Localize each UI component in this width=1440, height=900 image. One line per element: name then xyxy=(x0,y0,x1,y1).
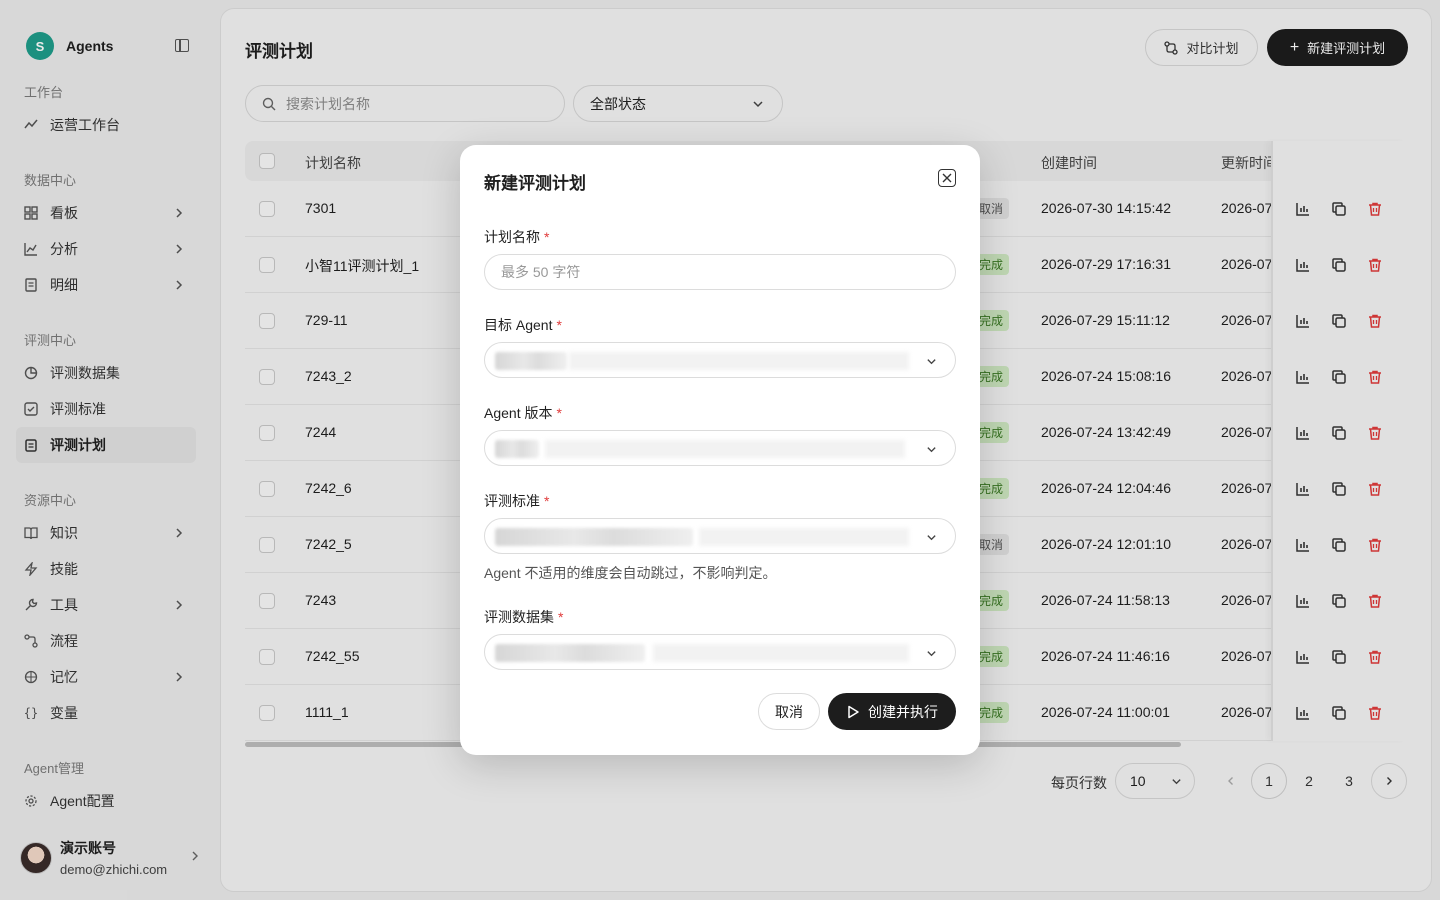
chevron-down-icon xyxy=(927,359,936,365)
close-icon xyxy=(942,173,952,183)
chevron-down-icon xyxy=(927,535,936,541)
plan-name-input[interactable]: 最多 50 字符 xyxy=(484,254,956,290)
eval-standard-select[interactable] xyxy=(484,518,956,554)
close-button[interactable] xyxy=(938,169,956,187)
eval-standard-hint: Agent 不适用的维度会自动跳过，不影响判定。 xyxy=(484,565,777,581)
eval-standard-label: 评测标准 * xyxy=(484,493,550,509)
redacted-value xyxy=(495,644,645,662)
eval-dataset-select[interactable] xyxy=(484,634,956,670)
plan-name-placeholder: 最多 50 字符 xyxy=(501,264,581,280)
agent-version-select[interactable] xyxy=(484,430,956,466)
redacted-value xyxy=(699,528,909,546)
target-agent-select[interactable] xyxy=(484,342,956,378)
redacted-value xyxy=(495,528,693,546)
redacted-value xyxy=(653,644,909,662)
play-icon xyxy=(848,705,859,718)
agent-version-label: Agent 版本 * xyxy=(484,405,562,421)
chevron-down-icon xyxy=(927,447,936,453)
target-agent-label: 目标 Agent * xyxy=(484,317,562,333)
dialog-title: 新建评测计划 xyxy=(484,174,586,193)
create-and-run-button[interactable]: 创建并执行 xyxy=(828,693,956,730)
chevron-down-icon xyxy=(927,651,936,657)
redacted-value xyxy=(545,440,905,458)
plan-name-label: 计划名称 * xyxy=(484,229,550,245)
new-plan-dialog: 新建评测计划 计划名称 * 最多 50 字符 目标 Agent * Agent 版本… xyxy=(460,145,980,755)
redacted-value xyxy=(569,352,909,370)
redacted-value xyxy=(495,352,567,370)
cancel-button[interactable]: 取消 xyxy=(758,693,820,730)
create-and-run-label: 创建并执行 xyxy=(868,703,938,720)
redacted-value xyxy=(495,440,539,458)
eval-dataset-label: 评测数据集 * xyxy=(484,609,564,625)
